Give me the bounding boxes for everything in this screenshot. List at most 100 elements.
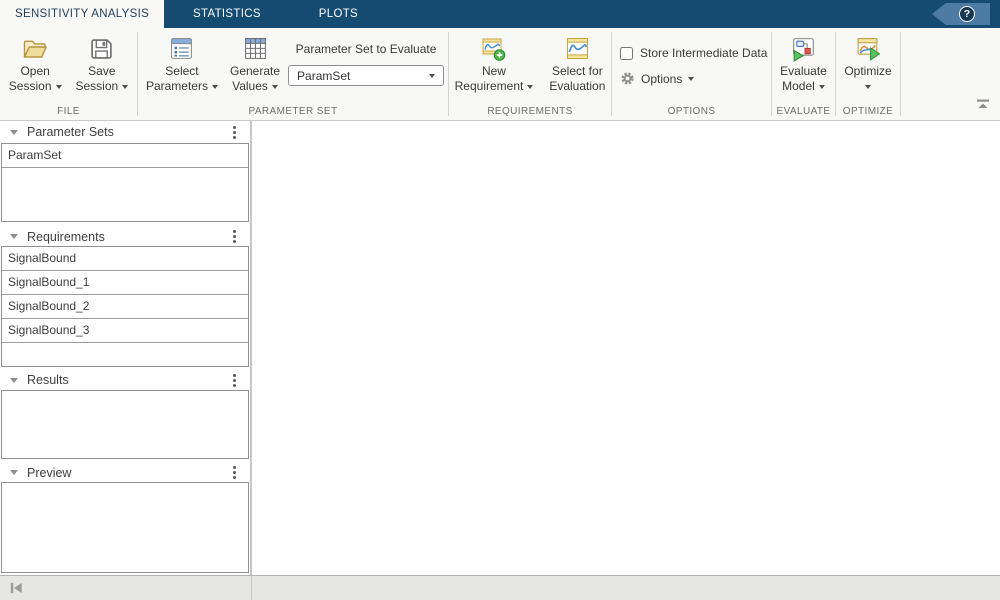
panel-menu-icon[interactable] [233,378,236,382]
list-item[interactable]: SignalBound_3 [2,319,248,343]
panel-header-parameter-sets: Parameter Sets [0,121,252,143]
section-label-parameter-set: PARAMETER SET [248,106,338,117]
dropdown-caret-icon [55,84,62,89]
signal-icon [564,33,591,64]
open-folder-icon [21,33,49,64]
section-parameter-set: Select Parameters Generate Values Parame… [138,28,448,120]
collapse-ribbon-icon [977,99,989,108]
preview-area[interactable] [1,482,249,573]
collapse-toolstrip-button[interactable] [975,97,991,116]
button-label: Generate [229,64,281,78]
parameter-set-to-evaluate-group: Parameter Set to Evaluate ParamSet [288,33,445,106]
gear-icon [620,71,635,86]
workspace: Parameter Sets ParamSet Requirements Sig… [0,121,1000,575]
list-item[interactable]: SignalBound_1 [2,271,248,295]
tab-label: STATISTICS [193,8,261,20]
list-item[interactable]: ParamSet [2,144,248,168]
section-label-requirements: REQUIREMENTS [487,106,573,117]
dropdown-caret-icon [818,84,825,89]
panel-title: Parameter Sets [27,125,114,139]
requirements-list[interactable]: SignalBound SignalBound_1 SignalBound_2 … [1,246,249,367]
section-label-optimize: OPTIMIZE [842,106,894,117]
button-label: Session [75,79,119,93]
panel-title: Requirements [27,229,105,244]
optimize-button[interactable]: Optimize [840,33,895,106]
panel-header-requirements: Requirements [0,227,252,246]
generate-values-button[interactable]: Generate Values [226,33,284,106]
parameter-list-icon [169,33,194,64]
button-label: Select for [552,64,603,78]
open-session-button[interactable]: Open Session [5,33,66,106]
evaluate-model-icon [790,33,817,64]
new-requirement-button[interactable]: New Requirement [451,33,538,106]
select-parameters-button[interactable]: Select Parameters [142,33,222,106]
list-item[interactable]: SignalBound_2 [2,295,248,319]
button-label: Values [232,79,268,93]
button-label: Optimize [844,64,892,78]
button-label: Session [8,79,52,93]
toolbar-divider [900,32,901,116]
sidebar-splitter[interactable] [250,121,252,575]
dropdown-caret-icon [271,84,278,89]
panel-menu-icon[interactable] [233,471,236,474]
tab-sensitivity-analysis[interactable]: SENSITIVITY ANALYSIS [0,0,165,28]
signal-plus-icon [480,33,507,64]
button-label: Select [165,64,199,78]
tab-label: SENSITIVITY ANALYSIS [15,8,150,20]
value-grid-icon [243,33,268,64]
combobox-value: ParamSet [297,68,351,83]
tab-label: PLOTS [318,8,359,20]
dropdown-caret-icon [865,84,871,89]
status-bar-divider [251,576,252,600]
section-label-evaluate: EVALUATE [776,106,831,117]
status-bar [0,575,1000,600]
button-label: Requirement [454,79,524,93]
panel-title: Results [27,373,69,387]
button-label: Evaluation [549,79,606,93]
collapse-triangle-icon[interactable] [10,377,18,383]
panel-header-preview: Preview [0,463,252,482]
question-mark-icon: ? [959,6,975,22]
section-label-options: OPTIONS [667,106,716,117]
save-floppy-icon [89,33,114,64]
button-label: New [481,64,506,78]
select-for-evaluation-button[interactable]: Select for Evaluation [545,33,609,106]
parameter-sets-list[interactable]: ParamSet [1,143,249,222]
button-label: Save [88,64,116,78]
checkbox-label: Store Intermediate Data [640,46,768,60]
evaluate-model-button[interactable]: Evaluate Model [776,33,831,106]
collapse-triangle-icon[interactable] [10,234,18,239]
dropdown-caret-icon [429,73,436,78]
dropdown-caret-icon [122,84,129,89]
tab-bar: SENSITIVITY ANALYSIS STATISTICS PLOTS ? [0,0,1000,28]
parameter-set-combobox[interactable]: ParamSet [288,65,445,86]
button-label: Evaluate [780,64,827,78]
collapse-triangle-icon[interactable] [10,129,18,135]
panel-menu-icon[interactable] [233,235,236,238]
toolstrip: Open Session Save Session FILE Select Pa… [0,28,1000,121]
tab-plots[interactable]: PLOTS [290,0,387,28]
dropdown-caret-icon [527,84,534,89]
dropdown-caret-icon [211,84,218,89]
panel-header-results: Results [0,370,252,390]
section-file: Open Session Save Session FILE [0,28,137,120]
tab-statistics[interactable]: STATISTICS [164,0,290,28]
save-session-button[interactable]: Save Session [72,33,133,106]
button-label: Parameters [145,79,208,93]
section-label-file: FILE [57,106,80,117]
store-intermediate-data-checkbox[interactable] [620,46,633,60]
help-button[interactable]: ? [932,3,990,25]
results-list[interactable] [1,390,249,459]
skip-to-start-icon [10,582,22,594]
button-label: Model [782,79,815,93]
list-item[interactable]: SignalBound [2,247,248,271]
optimize-icon [855,33,882,64]
section-evaluate: Evaluate Model EVALUATE [772,28,835,120]
collapse-triangle-icon[interactable] [10,470,18,475]
button-label: Open [20,64,50,78]
panel-title: Preview [27,465,72,480]
document-area [252,121,1000,575]
options-menu-button[interactable]: Options [620,71,695,86]
panel-menu-icon[interactable] [233,130,236,134]
collapse-sidebar-button[interactable] [8,580,24,596]
